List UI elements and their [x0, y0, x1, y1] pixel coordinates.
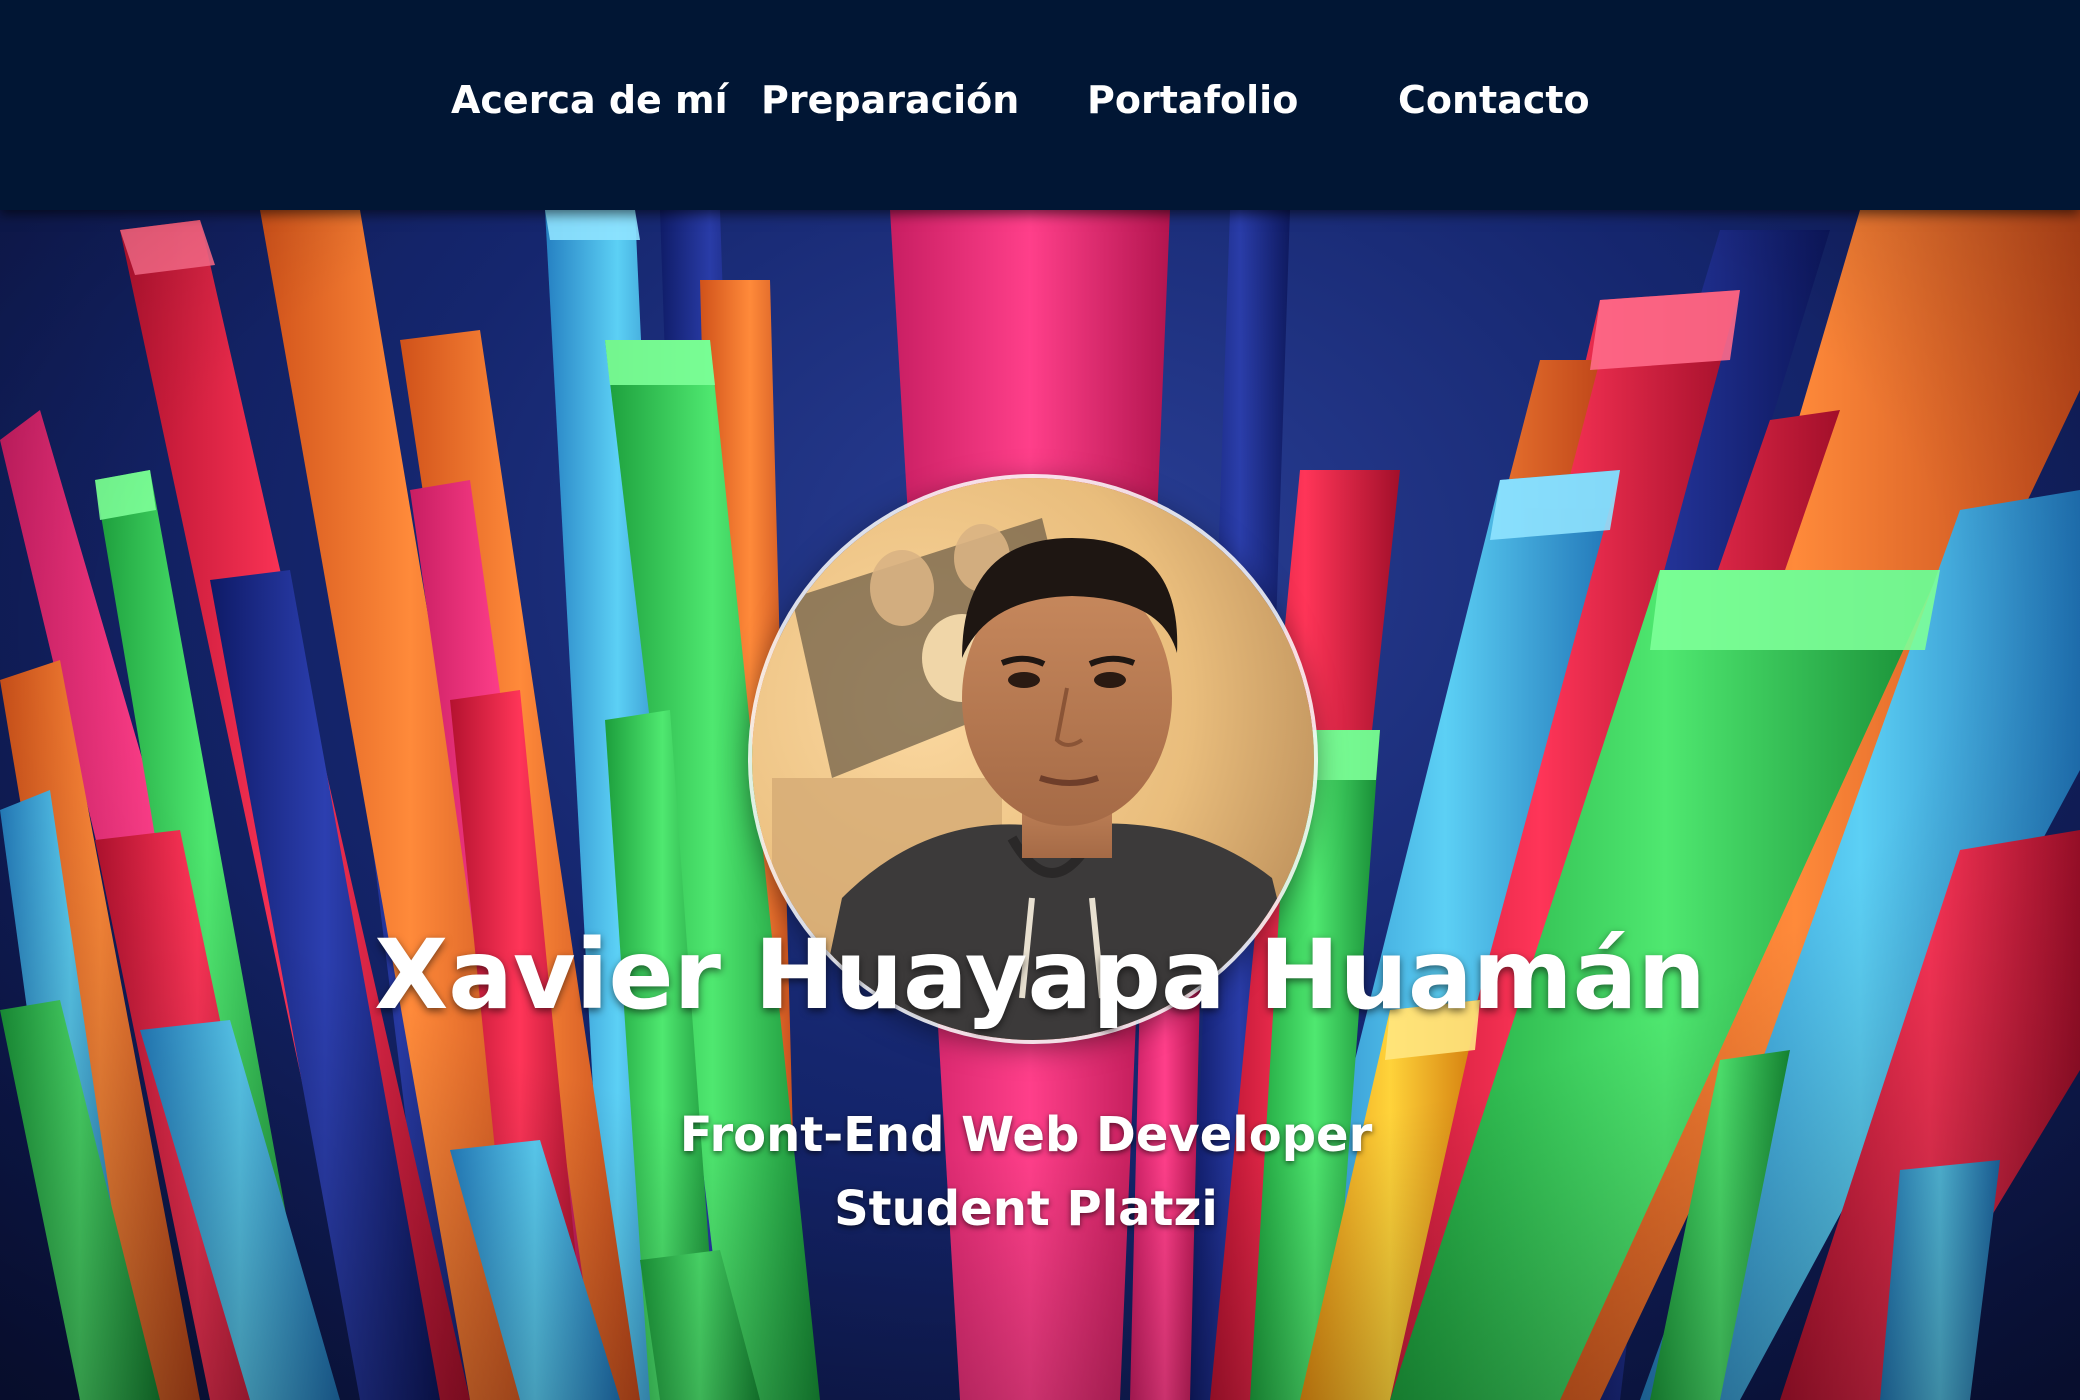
hero-subtitle-school: Student Platzi: [834, 1181, 1218, 1237]
hero-section: Xavier Huayapa Huamán Front-End Web Deve…: [0, 210, 2080, 1400]
hero-name-title: Xavier Huayapa Huamán: [374, 919, 1706, 1031]
hero-subtitle-role: Front-End Web Developer: [679, 1107, 1373, 1163]
nav-link-contact[interactable]: Contacto: [1398, 74, 1590, 126]
nav-link-portfolio[interactable]: Portafolio: [1087, 74, 1298, 126]
nav-link-preparation[interactable]: Preparación: [761, 74, 1019, 126]
top-navigation: Acerca de mí Preparación Portafolio Cont…: [0, 0, 2080, 210]
nav-link-about[interactable]: Acerca de mí: [451, 74, 728, 126]
